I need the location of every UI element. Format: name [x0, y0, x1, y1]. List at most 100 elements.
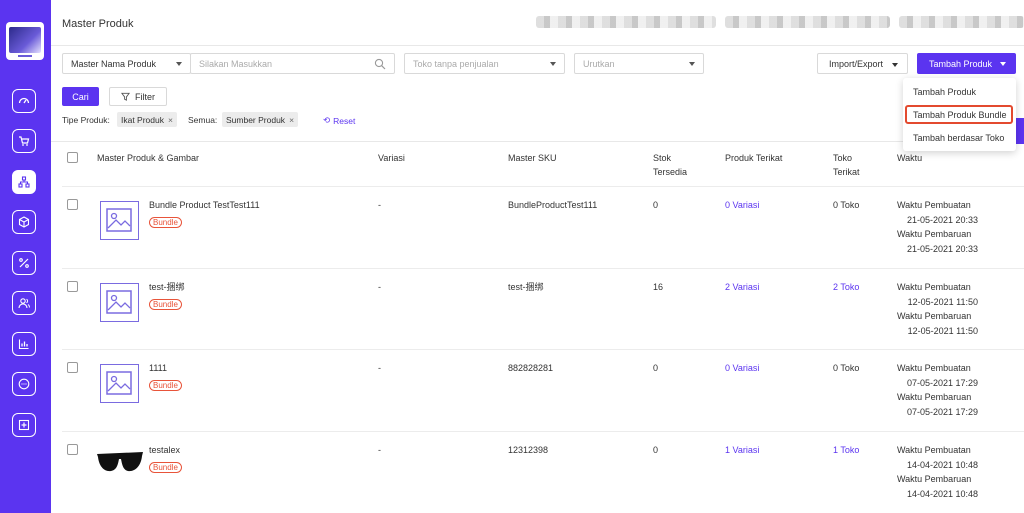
- product-name[interactable]: test-捆绑: [149, 280, 185, 294]
- variasi-value: -: [378, 282, 381, 292]
- sort-select[interactable]: Urutkan: [574, 53, 704, 74]
- sku-value: 882828281: [508, 363, 554, 373]
- waktu-pembaruan-value: 21-05-2021 20:33: [906, 243, 978, 254]
- box-icon[interactable]: [12, 210, 36, 234]
- cart-icon[interactable]: [12, 129, 36, 153]
- users-icon[interactable]: [12, 291, 36, 315]
- variasi-value: -: [378, 445, 381, 455]
- product-name[interactable]: Bundle Product TestTest111: [149, 198, 260, 212]
- chevron-down-icon: [176, 62, 182, 66]
- app-logo[interactable]: [6, 22, 44, 60]
- produk-terikat-link[interactable]: 0 Variasi: [725, 198, 759, 212]
- bundle-badge: Bundle: [149, 217, 182, 228]
- chevron-down-icon: [1000, 62, 1006, 66]
- waktu-pembaruan-label: Waktu Pembaruan: [897, 474, 972, 484]
- product-name[interactable]: testalex: [149, 443, 180, 457]
- search-placeholder: Silakan Masukkan: [199, 58, 273, 69]
- row-checkbox[interactable]: [67, 199, 78, 210]
- blurred-account-info: [536, 16, 716, 28]
- sort-select-placeholder: Urutkan: [583, 58, 615, 69]
- import-export-button[interactable]: Import/Export: [817, 53, 908, 74]
- toko-terikat-value: 0 Toko: [833, 363, 860, 373]
- toko-select-placeholder: Toko tanpa penjualan: [413, 58, 499, 69]
- variasi-value: -: [378, 363, 381, 373]
- image-icon: [106, 290, 132, 314]
- blurred-account-info-3: [899, 16, 1024, 28]
- search-input[interactable]: Silakan Masukkan: [190, 53, 395, 74]
- menu-item-tambah-berdasar-toko[interactable]: Tambah berdasar Toko: [913, 133, 1004, 143]
- product-image-placeholder[interactable]: [100, 364, 139, 403]
- produk-terikat-link[interactable]: 0 Variasi: [725, 361, 759, 375]
- select-all-checkbox[interactable]: [67, 152, 78, 163]
- waktu-pembuatan-label: Waktu Pembuatan: [897, 200, 971, 210]
- waktu-pembuatan-value: 07-05-2021 17:29: [906, 377, 978, 388]
- col-produk: Master Produk & Gambar: [97, 153, 200, 163]
- toko-terikat-value[interactable]: 1 Toko: [833, 443, 859, 457]
- filter-button[interactable]: Filter: [109, 87, 167, 106]
- header-divider: [51, 141, 1024, 142]
- stok-value: 0: [653, 363, 659, 373]
- tambah-produk-button[interactable]: Tambah Produk: [917, 53, 1016, 74]
- col-stok-line2: Tersedia: [653, 167, 688, 177]
- top-bar: Master Produk: [51, 0, 1024, 46]
- master-field-select-value: Master Nama Produk: [71, 58, 157, 69]
- close-icon[interactable]: ×: [168, 115, 173, 125]
- chat-icon[interactable]: [12, 372, 36, 396]
- waktu-pembuatan-label: Waktu Pembuatan: [897, 445, 971, 455]
- stok-value: 16: [653, 282, 664, 292]
- tipe-produk-tag-label: Ikat Produk: [121, 114, 164, 125]
- product-name[interactable]: 1111: [149, 361, 167, 375]
- toko-terikat-value[interactable]: 2 Toko: [833, 280, 859, 294]
- col-variasi: Variasi: [378, 153, 405, 163]
- percent-icon[interactable]: [12, 251, 36, 275]
- chevron-down-icon: [550, 62, 556, 66]
- produk-terikat-link[interactable]: 1 Variasi: [725, 443, 759, 457]
- toko-select[interactable]: Toko tanpa penjualan: [404, 53, 565, 74]
- sku-value: test-捆绑: [508, 282, 544, 292]
- search-icon[interactable]: [374, 58, 386, 70]
- filter-icon: [121, 92, 130, 101]
- tambah-produk-label: Tambah Produk: [929, 58, 993, 69]
- image-icon: [106, 371, 132, 395]
- waktu-cell: Waktu Pembuatan 21-05-2021 20:33 Waktu P…: [897, 198, 978, 256]
- sunglasses-image[interactable]: [95, 448, 145, 478]
- row-divider: [62, 186, 1024, 187]
- reset-link[interactable]: ⟲ Reset: [323, 115, 355, 126]
- product-image-placeholder[interactable]: [100, 201, 139, 240]
- semua-label: Semua:: [188, 115, 218, 125]
- tipe-produk-label: Tipe Produk:: [62, 115, 110, 125]
- menu-item-tambah-produk-bundle[interactable]: Tambah Produk Bundle: [913, 110, 1007, 120]
- waktu-pembaruan-value: 12-05-2021 11:50: [907, 325, 978, 336]
- row-divider: [62, 268, 1024, 269]
- page-title: Master Produk: [62, 18, 134, 30]
- col-stok: Stok Tersedia: [653, 151, 687, 179]
- master-field-select[interactable]: Master Nama Produk: [62, 53, 191, 74]
- waktu-pembaruan-label: Waktu Pembaruan: [897, 392, 972, 402]
- import-export-label: Import/Export: [829, 58, 884, 69]
- product-image-placeholder[interactable]: [100, 283, 139, 322]
- stok-value: 0: [653, 200, 659, 210]
- row-checkbox[interactable]: [67, 444, 78, 455]
- hierarchy-icon[interactable]: [12, 170, 36, 194]
- waktu-cell: Waktu Pembuatan 12-05-2021 11:50 Waktu P…: [897, 280, 978, 338]
- chart-icon[interactable]: [12, 332, 36, 356]
- produk-terikat-link[interactable]: 2 Variasi: [725, 280, 759, 294]
- row-checkbox[interactable]: [67, 362, 78, 373]
- row-divider: [62, 349, 1024, 350]
- reset-icon: ⟲: [323, 115, 331, 125]
- row-checkbox[interactable]: [67, 281, 78, 292]
- dashboard-icon[interactable]: [12, 89, 36, 113]
- sumber-produk-tag: Sumber Produk ×: [222, 112, 299, 127]
- waktu-pembuatan-value: 12-05-2021 11:50: [907, 296, 978, 307]
- menu-item-tambah-produk[interactable]: Tambah Produk: [913, 87, 976, 97]
- plus-square-icon[interactable]: [12, 413, 36, 437]
- reset-label: Reset: [333, 115, 356, 126]
- waktu-pembaruan-value: 07-05-2021 17:29: [906, 406, 978, 417]
- filter-label: Filter: [135, 91, 155, 102]
- stok-value: 0: [653, 445, 659, 455]
- cari-button[interactable]: Cari: [62, 87, 99, 106]
- row-divider: [62, 431, 1024, 432]
- close-icon[interactable]: ×: [289, 115, 294, 125]
- waktu-cell: Waktu Pembuatan 14-04-2021 10:48 Waktu P…: [897, 443, 978, 501]
- sku-value: 12312398: [508, 445, 549, 455]
